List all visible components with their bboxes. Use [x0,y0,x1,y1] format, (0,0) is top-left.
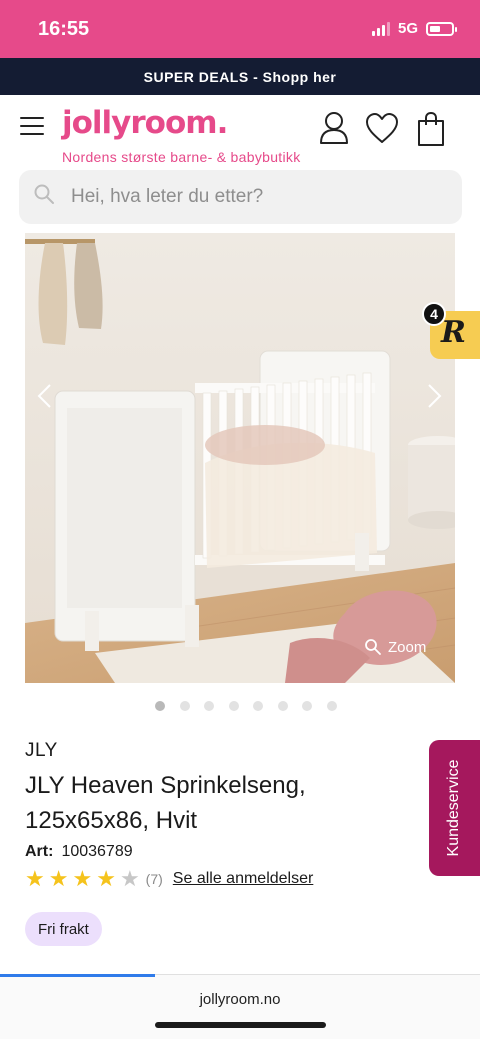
zoom-icon [365,639,381,655]
article-value: 10036789 [61,843,133,860]
status-time: 16:55 [38,18,90,40]
gallery-dot[interactable] [326,701,337,711]
gallery-dot[interactable] [277,701,288,711]
browser-url-bar[interactable]: jollyroom.no [0,974,480,1039]
status-bar: 16:55 5G [0,0,480,58]
gallery-dot[interactable] [302,701,312,711]
tagline: Nordens største barne- & babybutikk [62,149,301,165]
home-indicator[interactable] [155,1022,326,1028]
product-rating[interactable]: ★ ★ ★ ★ ★ (7) Se alle anmeldelser [25,868,313,890]
zoom-button[interactable]: Zoom [364,638,426,656]
status-indicators: 5G [371,20,457,37]
search-icon [34,184,54,204]
see-all-reviews-link[interactable]: Se alle anmeldelser [173,870,314,888]
shopping-bag-icon[interactable] [416,111,446,147]
star-filled-icon: ★ [96,866,116,891]
article-label: Art: [25,843,54,860]
star-empty-icon: ★ [119,866,140,891]
r-logo-icon: R [441,315,466,350]
badge-count: 4 [422,302,446,326]
product-image[interactable] [25,233,455,683]
promo-banner[interactable]: SUPER DEALS - Shopp her [0,58,480,95]
star-filled-icon: ★ [72,866,93,891]
page-load-progress [0,974,155,977]
gallery-next-arrow-icon[interactable] [424,383,444,409]
article-number: Art: 10036789 [25,843,133,861]
gallery-dot[interactable] [253,701,263,711]
site-header: jollyroom. Nordens største barne- & baby… [0,95,480,170]
zoom-label: Zoom [388,638,427,656]
search-input[interactable] [71,170,451,224]
star-filled-icon: ★ [25,866,45,891]
review-count: (7) [145,871,163,887]
network-label: 5G [397,20,418,37]
page: 16:55 5G SUPER DEALS - Shopp her jollyro… [0,0,480,1039]
customer-service-label: Kundeservice [445,759,462,857]
gallery-prev-arrow-icon[interactable] [35,383,55,409]
battery-icon [426,21,457,36]
star-filled-icon: ★ [48,866,69,891]
url-text: jollyroom.no [199,991,281,1008]
free-shipping-tag: Fri frakt [25,912,102,946]
gallery-dot[interactable] [179,701,190,711]
hamburger-menu-icon[interactable] [20,117,44,135]
gallery-dot[interactable] [204,701,214,711]
product-brand[interactable]: JLY [25,740,58,762]
account-icon[interactable] [318,111,350,145]
gallery-dot[interactable] [228,701,239,711]
search-bar [19,170,462,224]
jollyroom-logo[interactable]: jollyroom. [62,105,228,141]
rating-stars: ★ ★ ★ ★ ★ [25,868,140,890]
product-title: JLY Heaven Sprinkelseng, 125x65x86, Hvit [25,772,306,834]
customer-service-tab[interactable]: Kundeservice [429,740,480,876]
gallery-pagination [155,701,337,711]
wishlist-heart-icon[interactable] [364,111,400,145]
gallery-dot[interactable] [155,701,165,711]
signal-icon [371,21,390,36]
